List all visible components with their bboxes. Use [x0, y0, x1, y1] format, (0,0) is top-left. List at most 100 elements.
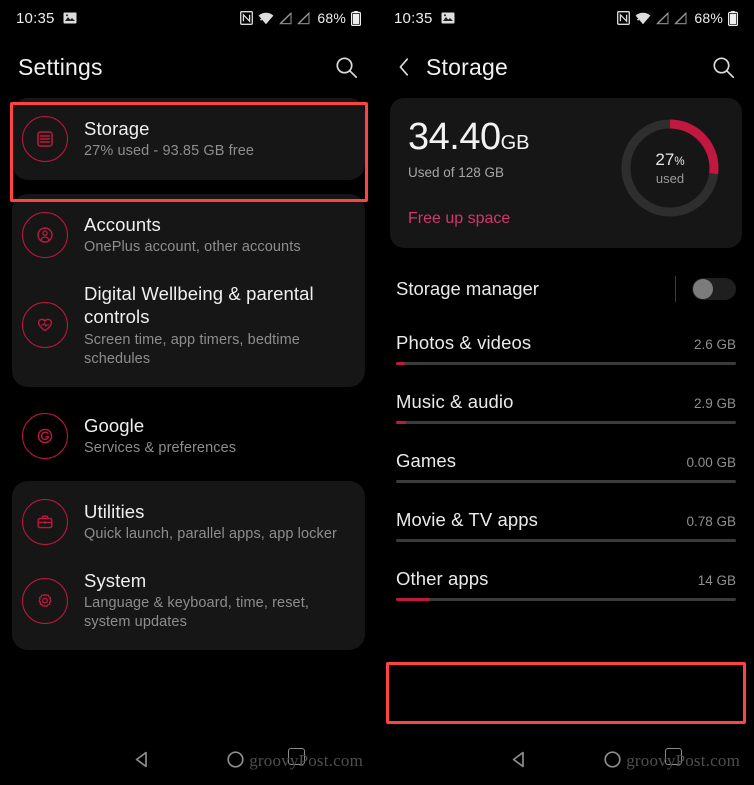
- category-name: Other apps: [396, 568, 489, 589]
- item-subtitle: Quick launch, parallel apps, app locker: [84, 525, 337, 542]
- chevron-left-icon[interactable]: [396, 56, 412, 78]
- briefcase-icon: [22, 498, 68, 545]
- progress-fill: [396, 598, 430, 601]
- settings-list: Storage 27% used - 93.85 GB free Account…: [0, 98, 377, 651]
- storage-category-photos[interactable]: Photos & videos 2.6 GB: [390, 332, 742, 365]
- sidebar-item-utilities[interactable]: Utilities Quick launch, parallel apps, a…: [12, 487, 365, 557]
- category-progress-bar: [396, 598, 736, 601]
- google-icon: [22, 412, 68, 459]
- storage-category-other-apps[interactable]: Other apps 14 GB: [390, 568, 742, 601]
- triangle-back-icon[interactable]: [133, 750, 152, 769]
- donut-center-label: 27% used: [618, 116, 722, 220]
- battery-percent-label: 68%: [694, 10, 723, 26]
- donut-percent: 27%: [655, 150, 684, 170]
- toggle-knob: [693, 279, 713, 299]
- category-header: Photos & videos 2.6 GB: [396, 332, 736, 362]
- no-sim-1-icon: [279, 11, 292, 25]
- triangle-back-icon[interactable]: [510, 750, 529, 769]
- sidebar-item-storage[interactable]: Storage 27% used - 93.85 GB free: [12, 104, 365, 174]
- status-bar-right-group: 68%: [240, 10, 362, 26]
- wifi-icon: [635, 12, 651, 25]
- battery-icon: [351, 10, 362, 26]
- category-progress-bar: [396, 539, 736, 542]
- heart-pulse-icon: [22, 302, 68, 349]
- category-header: Music & audio 2.9 GB: [396, 391, 736, 421]
- watermark-label: groovyPost.com: [626, 751, 740, 770]
- circle-home-icon[interactable]: [226, 750, 245, 769]
- settings-group-accounts: Accounts OnePlus account, other accounts…: [12, 194, 365, 387]
- account-circle-icon: [22, 212, 68, 258]
- donut-caption: used: [655, 171, 685, 186]
- page-title: Storage: [426, 53, 508, 80]
- battery-percent-label: 68%: [317, 10, 346, 26]
- storage-manager-label: Storage manager: [396, 278, 539, 299]
- sidebar-item-google[interactable]: Google Services & preferences: [12, 401, 365, 471]
- item-subtitle: Screen time, app timers, bedtime schedul…: [84, 331, 300, 367]
- category-progress-bar: [396, 362, 736, 365]
- storage-app-bar: Storage: [378, 36, 754, 98]
- no-sim-1-icon: [656, 11, 669, 25]
- storage-category-movies[interactable]: Movie & TV apps 0.78 GB: [390, 509, 742, 542]
- category-name: Photos & videos: [396, 332, 532, 353]
- category-progress-bar: [396, 421, 736, 424]
- category-header: Other apps 14 GB: [396, 568, 736, 598]
- storage-manager-row[interactable]: Storage manager: [390, 272, 742, 302]
- donut-percent-value: 27: [655, 150, 675, 169]
- used-unit: GB: [500, 132, 530, 154]
- settings-group-storage: Storage 27% used - 93.85 GB free: [12, 98, 365, 180]
- item-title: Accounts: [84, 213, 161, 235]
- category-header: Movie & TV apps 0.78 GB: [396, 509, 736, 539]
- item-title: Google: [84, 414, 145, 436]
- status-bar-left-group: 10:35: [16, 10, 77, 27]
- storage-summary-card: 34.40GB Used of 128 GB Free up space 27%…: [390, 98, 742, 248]
- nfc-icon: [617, 11, 631, 25]
- status-time: 10:35: [394, 9, 433, 27]
- category-size: 2.9 GB: [693, 396, 736, 411]
- sidebar-item-accounts[interactable]: Accounts OnePlus account, other accounts: [12, 200, 365, 270]
- storage-manager-toggle[interactable]: [692, 278, 736, 300]
- free-up-space-link[interactable]: Free up space: [408, 210, 618, 228]
- storage-texts: Storage 27% used - 93.85 GB free: [84, 117, 351, 161]
- wellbeing-texts: Digital Wellbeing & parental controls Sc…: [84, 282, 351, 369]
- settings-group-google: Google Services & preferences: [12, 401, 365, 471]
- storage-icon: [22, 116, 68, 162]
- storage-donut-chart: 27% used: [618, 116, 722, 220]
- item-subtitle: OnePlus account, other accounts: [84, 239, 301, 256]
- item-title: System: [84, 569, 147, 591]
- system-texts: System Language & keyboard, time, reset,…: [84, 569, 351, 633]
- sidebar-item-system[interactable]: System Language & keyboard, time, reset,…: [12, 557, 365, 645]
- category-progress-bar: [396, 480, 736, 483]
- sidebar-item-digital-wellbeing[interactable]: Digital Wellbeing & parental controls Sc…: [12, 270, 365, 381]
- storage-category-games[interactable]: Games 0.00 GB: [390, 450, 742, 483]
- category-name: Games: [396, 450, 457, 471]
- item-title: Storage: [84, 117, 150, 139]
- progress-fill: [396, 421, 406, 424]
- status-bar-left-group: 10:35: [394, 10, 455, 27]
- image-icon: [441, 12, 455, 24]
- item-title: Utilities: [84, 500, 145, 522]
- battery-icon: [728, 10, 739, 26]
- divider: [675, 276, 676, 302]
- storage-category-music[interactable]: Music & audio 2.9 GB: [390, 391, 742, 424]
- no-sim-2-icon: [297, 11, 310, 25]
- search-icon[interactable]: [334, 55, 359, 80]
- right-phone-screen: 10:35 68% Storage 34.40GB Used of 128 GB…: [377, 0, 754, 785]
- settings-group-utilities: Utilities Quick launch, parallel apps, a…: [12, 480, 365, 651]
- category-name: Music & audio: [396, 391, 514, 412]
- left-phone-screen: 10:35 68% Settings Storage 27% used - 93…: [0, 0, 377, 785]
- category-size: 2.6 GB: [693, 337, 736, 352]
- wifi-icon: [258, 12, 274, 25]
- watermark-label: groovyPost.com: [249, 751, 363, 770]
- item-subtitle: 27% used - 93.85 GB free: [84, 143, 255, 160]
- search-icon[interactable]: [711, 55, 736, 80]
- gear-icon: [22, 577, 68, 624]
- status-bar-left: 10:35 68%: [0, 0, 377, 36]
- circle-home-icon[interactable]: [603, 750, 622, 769]
- page-title: Settings: [18, 53, 103, 80]
- dual-screenshot-container: 10:35 68% Settings Storage 27% used - 93…: [0, 0, 754, 785]
- storage-content: 34.40GB Used of 128 GB Free up space 27%…: [378, 98, 754, 601]
- progress-fill: [396, 362, 405, 365]
- storage-summary-text: 34.40GB Used of 128 GB Free up space: [408, 112, 618, 228]
- no-sim-2-icon: [674, 11, 687, 25]
- category-size: 0.00 GB: [686, 455, 736, 470]
